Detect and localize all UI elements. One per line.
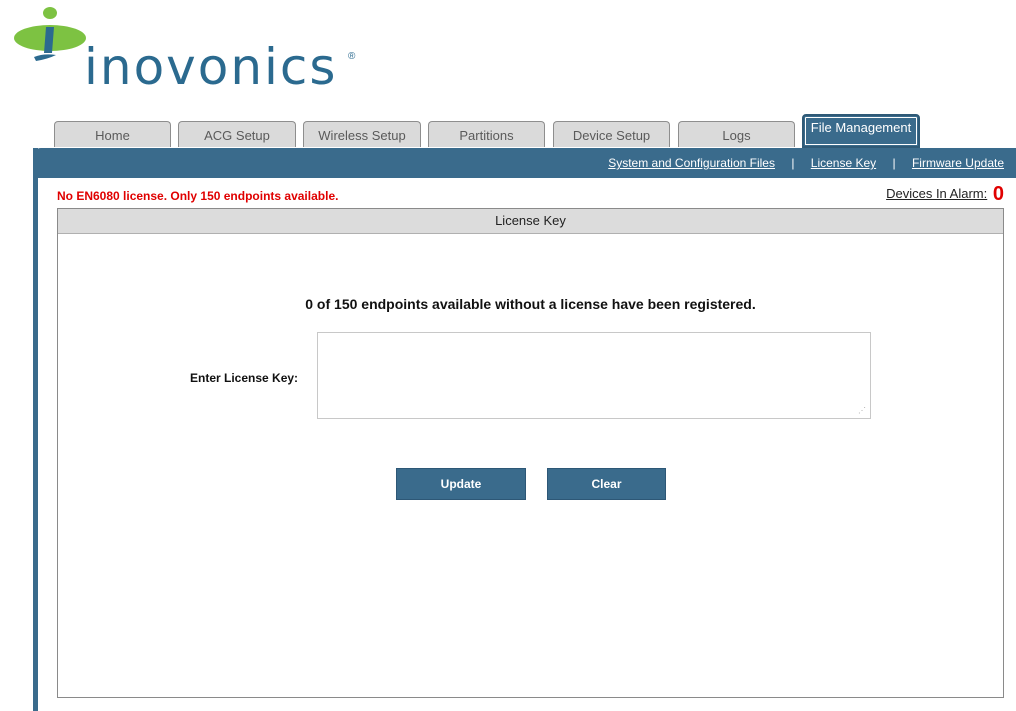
subnav-firmware-update[interactable]: Firmware Update (912, 156, 1004, 170)
alarm-count: 0 (992, 183, 1004, 205)
inovonics-logo: inovonics ® (8, 5, 368, 100)
resize-grip-icon[interactable]: ⋰ (858, 407, 868, 417)
tab-acg-setup[interactable]: ACG Setup (178, 121, 296, 147)
panel-title: License Key (58, 209, 1003, 234)
tab-wireless-setup[interactable]: Wireless Setup (303, 121, 421, 147)
tab-file-management[interactable]: File Management (802, 114, 920, 148)
license-key-input[interactable] (317, 332, 871, 419)
clear-button[interactable]: Clear (547, 468, 666, 500)
devices-in-alarm: Devices In Alarm: 0 (886, 183, 1004, 206)
subnav-license-key[interactable]: License Key (811, 156, 876, 170)
tab-device-setup[interactable]: Device Setup (553, 121, 670, 147)
update-button[interactable]: Update (396, 468, 526, 500)
license-warning: No EN6080 license. Only 150 endpoints av… (57, 189, 339, 203)
tab-logs[interactable]: Logs (678, 121, 795, 147)
endpoints-message: 0 of 150 endpoints available without a l… (305, 296, 756, 312)
tab-partitions[interactable]: Partitions (428, 121, 545, 147)
subnav-system-config-files[interactable]: System and Configuration Files (608, 156, 775, 170)
alarm-label[interactable]: Devices In Alarm: (886, 186, 987, 201)
license-key-panel: License Key 0 of 150 endpoints available… (57, 208, 1004, 698)
registered-mark: ® (348, 51, 356, 62)
subnav: System and Configuration Files | License… (608, 156, 1004, 170)
logo-wordmark: inovonics (84, 38, 338, 96)
subnav-separator: | (791, 156, 795, 170)
logo-mark-icon (14, 7, 86, 61)
subnav-separator: | (892, 156, 896, 170)
tab-home[interactable]: Home (54, 121, 171, 147)
license-key-label: Enter License Key: (190, 371, 299, 385)
